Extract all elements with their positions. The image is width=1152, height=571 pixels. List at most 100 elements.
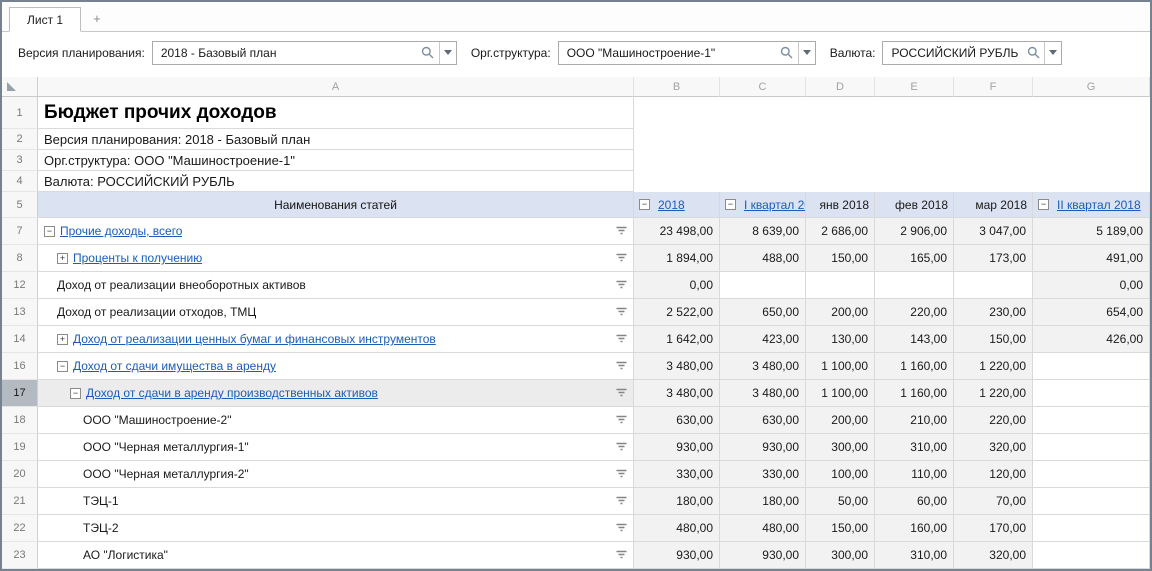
value-cell[interactable]: 8 639,00 xyxy=(720,218,806,245)
filter-icon[interactable] xyxy=(615,225,628,237)
item-name-cell[interactable]: ООО "Машиностроение-2" xyxy=(38,407,634,434)
expand-icon[interactable]: + xyxy=(57,334,68,345)
filter-icon[interactable] xyxy=(615,252,628,264)
value-cell[interactable]: 2 906,00 xyxy=(875,218,954,245)
row-number[interactable]: 16 xyxy=(2,353,38,380)
value-cell[interactable]: 220,00 xyxy=(875,299,954,326)
period-header[interactable]: −I квартал 2018 xyxy=(720,192,806,218)
filter-icon[interactable] xyxy=(615,306,628,318)
value-cell[interactable]: 320,00 xyxy=(954,542,1033,569)
filter-icon[interactable] xyxy=(615,549,628,561)
value-cell[interactable]: 3 047,00 xyxy=(954,218,1033,245)
search-icon[interactable] xyxy=(417,46,439,59)
row-number[interactable]: 8 xyxy=(2,245,38,272)
item-name-cell[interactable]: Доход от реализации отходов, ТМЦ xyxy=(38,299,634,326)
value-cell[interactable]: 300,00 xyxy=(806,542,875,569)
value-cell[interactable] xyxy=(1033,434,1150,461)
row-number[interactable]: 3 xyxy=(2,150,38,171)
item-name-cell[interactable]: −Прочие доходы, всего xyxy=(38,218,634,245)
value-cell[interactable]: 630,00 xyxy=(634,407,720,434)
item-name[interactable]: Прочие доходы, всего xyxy=(60,224,182,238)
filter-icon[interactable] xyxy=(615,387,628,399)
value-cell[interactable]: 70,00 xyxy=(954,488,1033,515)
value-cell[interactable] xyxy=(954,272,1033,299)
period-label[interactable]: I квартал 2018 xyxy=(744,198,806,212)
row-number[interactable]: 17 xyxy=(2,380,38,407)
collapse-icon[interactable]: − xyxy=(70,388,81,399)
item-name-cell[interactable]: −Доход от сдачи имущества в аренду xyxy=(38,353,634,380)
column-header-A[interactable]: A xyxy=(38,77,634,97)
column-header-E[interactable]: E xyxy=(875,77,954,97)
row-number[interactable]: 1 xyxy=(2,97,38,129)
value-cell[interactable] xyxy=(875,272,954,299)
expand-icon[interactable]: + xyxy=(57,253,68,264)
value-cell[interactable]: 310,00 xyxy=(875,434,954,461)
value-cell[interactable]: 1 642,00 xyxy=(634,326,720,353)
value-cell[interactable]: 1 220,00 xyxy=(954,353,1033,380)
value-cell[interactable]: 480,00 xyxy=(720,515,806,542)
item-name-cell[interactable]: ТЭЦ-2 xyxy=(38,515,634,542)
value-cell[interactable]: 1 160,00 xyxy=(875,380,954,407)
row-number[interactable]: 14 xyxy=(2,326,38,353)
value-cell[interactable]: 2 686,00 xyxy=(806,218,875,245)
value-cell[interactable]: 491,00 xyxy=(1033,245,1150,272)
value-cell[interactable]: 170,00 xyxy=(954,515,1033,542)
value-cell[interactable]: 630,00 xyxy=(720,407,806,434)
value-cell[interactable]: 173,00 xyxy=(954,245,1033,272)
filter-icon[interactable] xyxy=(615,333,628,345)
value-cell[interactable]: 160,00 xyxy=(875,515,954,542)
value-cell[interactable]: 654,00 xyxy=(1033,299,1150,326)
item-name[interactable]: Доход от реализации ценных бумаг и финан… xyxy=(73,332,436,346)
value-cell[interactable]: 1 220,00 xyxy=(954,380,1033,407)
value-cell[interactable]: 200,00 xyxy=(806,407,875,434)
filter-icon[interactable] xyxy=(615,441,628,453)
row-number[interactable]: 5 xyxy=(2,192,38,218)
value-cell[interactable]: 0,00 xyxy=(634,272,720,299)
value-cell[interactable]: 930,00 xyxy=(634,434,720,461)
value-cell[interactable]: 23 498,00 xyxy=(634,218,720,245)
filter-icon[interactable] xyxy=(615,522,628,534)
row-number[interactable]: 13 xyxy=(2,299,38,326)
column-header-G[interactable]: G xyxy=(1033,77,1150,97)
value-cell[interactable]: 180,00 xyxy=(720,488,806,515)
filter-icon[interactable] xyxy=(615,414,628,426)
item-name-cell[interactable]: Доход от реализации внеоборотных активов xyxy=(38,272,634,299)
row-number[interactable]: 4 xyxy=(2,171,38,192)
value-cell[interactable] xyxy=(1033,461,1150,488)
search-icon[interactable] xyxy=(1022,46,1044,59)
item-name[interactable]: Проценты к получению xyxy=(73,251,202,265)
item-name-cell[interactable]: АО "Логистика" xyxy=(38,542,634,569)
value-cell[interactable]: 0,00 xyxy=(1033,272,1150,299)
value-cell[interactable]: 120,00 xyxy=(954,461,1033,488)
period-label[interactable]: 2018 xyxy=(658,198,685,212)
dropdown-caret[interactable] xyxy=(798,42,815,64)
filter-icon[interactable] xyxy=(615,279,628,291)
value-cell[interactable]: 423,00 xyxy=(720,326,806,353)
period-label[interactable]: II квартал 2018 xyxy=(1057,198,1141,212)
item-name-cell[interactable]: −Доход от сдачи в аренду производственны… xyxy=(38,380,634,407)
value-cell[interactable]: 150,00 xyxy=(806,245,875,272)
item-name[interactable]: Доход от сдачи имущества в аренду xyxy=(73,359,276,373)
value-cell[interactable]: 480,00 xyxy=(634,515,720,542)
filter-icon[interactable] xyxy=(615,360,628,372)
value-cell[interactable]: 110,00 xyxy=(875,461,954,488)
value-cell[interactable]: 150,00 xyxy=(806,515,875,542)
period-header[interactable]: −II квартал 2018 xyxy=(1033,192,1150,218)
column-header-F[interactable]: F xyxy=(954,77,1033,97)
value-cell[interactable]: 930,00 xyxy=(720,542,806,569)
planning-version-combo[interactable]: 2018 - Базовый план xyxy=(152,41,457,65)
value-cell[interactable]: 330,00 xyxy=(634,461,720,488)
value-cell[interactable]: 5 189,00 xyxy=(1033,218,1150,245)
value-cell[interactable]: 60,00 xyxy=(875,488,954,515)
value-cell[interactable] xyxy=(720,272,806,299)
value-cell[interactable]: 230,00 xyxy=(954,299,1033,326)
value-cell[interactable]: 130,00 xyxy=(806,326,875,353)
value-cell[interactable]: 165,00 xyxy=(875,245,954,272)
collapse-icon[interactable]: − xyxy=(44,226,55,237)
filter-icon[interactable] xyxy=(615,468,628,480)
row-number[interactable]: 18 xyxy=(2,407,38,434)
collapse-icon[interactable]: − xyxy=(1038,199,1049,210)
value-cell[interactable]: 220,00 xyxy=(954,407,1033,434)
row-number[interactable]: 20 xyxy=(2,461,38,488)
row-number[interactable]: 12 xyxy=(2,272,38,299)
